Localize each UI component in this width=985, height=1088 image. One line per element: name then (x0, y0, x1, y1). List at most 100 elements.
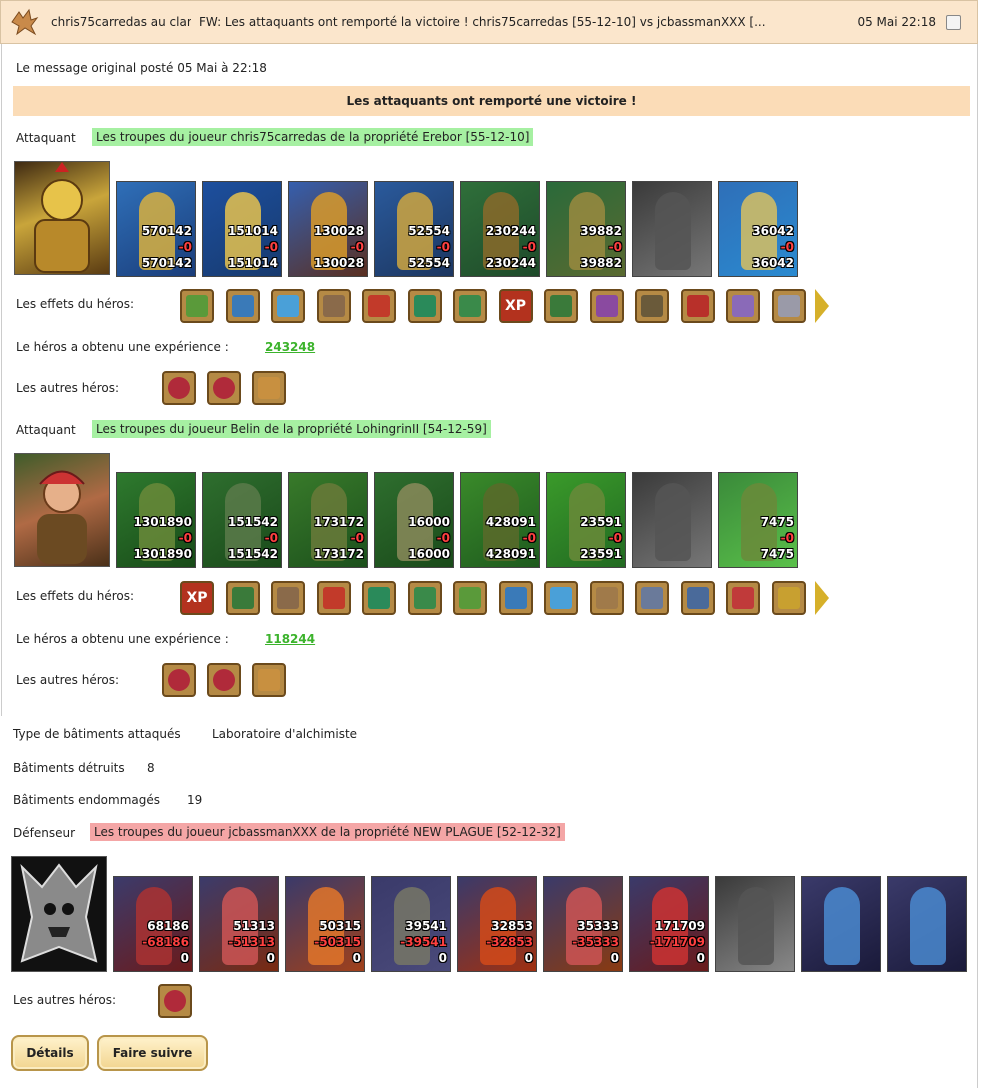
scroll-right-arrow-icon[interactable] (815, 289, 829, 323)
unit-card[interactable]: 151542 -0 151542 (202, 472, 282, 568)
unit-card[interactable]: 68186 -68186 0 (113, 876, 193, 972)
xp-value-link[interactable]: 118244 (265, 632, 315, 646)
unit-card[interactable] (715, 876, 795, 972)
heart-hero-icon[interactable] (162, 371, 196, 405)
heart-hero-icon[interactable] (162, 663, 196, 697)
shield-icon[interactable] (407, 289, 442, 323)
heart-hero-icon[interactable] (158, 984, 192, 1018)
unit-loss: -0 (436, 531, 450, 545)
dagger-icon[interactable] (771, 581, 806, 615)
unit-card[interactable]: 32853 -32853 0 (457, 876, 537, 972)
unit-remaining: 151542 (227, 547, 278, 561)
unit-card[interactable] (632, 472, 712, 568)
buildings-damaged-label: Bâtiments endommagés (13, 793, 161, 807)
castle-glyph (322, 295, 345, 317)
xp-knight-glyph (231, 587, 254, 609)
unit-card[interactable] (801, 876, 881, 972)
castle-icon[interactable] (271, 581, 305, 615)
unit-card[interactable]: 1301890 -0 1301890 (116, 472, 196, 568)
unit-card[interactable]: 7475 -0 7475 (718, 472, 798, 568)
forward-button[interactable]: Faire suivre (97, 1035, 208, 1071)
banner-icon[interactable] (680, 289, 715, 323)
dice-glyph (322, 587, 345, 609)
unit-remaining: 230244 (485, 256, 536, 270)
buildings-type-label: Type de bâtiments attaqués (13, 727, 181, 741)
unit-card[interactable]: 36042 -0 36042 (718, 181, 798, 277)
unit-loss: -0 (522, 531, 536, 545)
unit-count: 171709 (654, 919, 705, 933)
heart-hero-icon[interactable] (207, 663, 241, 697)
scroll-hero-icon[interactable] (252, 663, 286, 697)
unit-count: 36042 (752, 224, 794, 238)
xp-knight-icon[interactable] (225, 581, 260, 615)
xp-value-link[interactable]: 243248 (265, 340, 315, 354)
message-header[interactable]: chris75carredas au clan FW: Les attaquan… (0, 0, 978, 44)
ring-icon[interactable] (726, 289, 760, 323)
barrel-icon[interactable] (680, 581, 715, 615)
xp-icon[interactable]: XP (180, 581, 214, 615)
handshake-icon[interactable] (498, 581, 533, 615)
unit-remaining: 0 (610, 951, 619, 965)
heart-hero-icon[interactable] (207, 371, 241, 405)
select-checkbox[interactable] (946, 14, 961, 30)
unit-loss: -0 (350, 531, 364, 545)
buildings-destroyed-label: Bâtiments détruits (13, 761, 125, 775)
hero-portrait[interactable] (14, 453, 110, 567)
heart-hero-glyph (213, 377, 235, 399)
unit-card[interactable]: 39882 -0 39882 (546, 181, 626, 277)
unit-card[interactable]: 173172 -0 173172 (288, 472, 368, 568)
unit-card[interactable]: 16000 -0 16000 (374, 472, 454, 568)
shield-hand-icon[interactable] (453, 289, 487, 323)
handshake-icon[interactable] (225, 289, 260, 323)
unit-card[interactable]: 570142 -0 570142 (116, 181, 196, 277)
shield-hand-icon[interactable] (407, 581, 442, 615)
unit-card[interactable]: 230244 -0 230244 (460, 181, 540, 277)
scroll-hero-icon[interactable] (252, 371, 286, 405)
hero-portrait[interactable] (14, 161, 110, 275)
unit-loss: -32853 (486, 935, 533, 949)
unit-loss: -50315 (314, 935, 361, 949)
unit-card[interactable]: 50315 -50315 0 (285, 876, 365, 972)
unit-card[interactable]: 23591 -0 23591 (546, 472, 626, 568)
no-sign-icon[interactable] (726, 581, 760, 615)
message-sender: chris75carredas au clan (51, 15, 191, 29)
castle-icon[interactable] (316, 289, 351, 323)
spear-icon[interactable] (635, 289, 669, 323)
unit-card[interactable]: 171709 -171709 0 (629, 876, 709, 972)
xp-icon[interactable]: XP (498, 289, 533, 323)
archer-heroine-icon (37, 470, 87, 564)
knight-icon (34, 162, 90, 273)
helmet-icon[interactable] (589, 581, 624, 615)
unit-card[interactable]: 151014 -0 151014 (202, 181, 282, 277)
scroll-right-arrow-icon[interactable] (815, 581, 829, 615)
shield-hand-glyph (413, 587, 436, 609)
ring-glyph (732, 295, 754, 317)
unit-card[interactable]: 428091 -0 428091 (460, 472, 540, 568)
unit-count: 16000 (408, 515, 450, 529)
unit-card[interactable]: 39541 -39541 0 (371, 876, 451, 972)
unit-card[interactable]: 52554 -0 52554 (374, 181, 454, 277)
xp-knight-icon[interactable] (544, 289, 578, 323)
magic-icon[interactable] (271, 289, 305, 323)
dice-icon[interactable] (316, 581, 351, 615)
sword-icon[interactable] (453, 581, 487, 615)
xp-label: Le héros a obtenu une expérience : (16, 340, 229, 354)
unit-card[interactable]: 35333 -35333 0 (543, 876, 623, 972)
unit-card[interactable] (632, 181, 712, 277)
shield-icon[interactable] (362, 581, 396, 615)
gauntlet-icon[interactable] (771, 289, 806, 323)
sword-icon[interactable] (180, 289, 214, 323)
unit-card[interactable]: 130028 -0 130028 (288, 181, 368, 277)
heart-hero-glyph (164, 990, 186, 1012)
xp-knight-glyph (550, 295, 572, 317)
shield-glyph (413, 295, 436, 317)
unit-card[interactable]: 51313 -51313 0 (199, 876, 279, 972)
unit-card[interactable] (887, 876, 967, 972)
web-icon[interactable] (635, 581, 669, 615)
unit-remaining: 130028 (313, 256, 364, 270)
magic-icon[interactable] (544, 581, 578, 615)
details-button[interactable]: Détails (11, 1035, 89, 1071)
dice-icon[interactable] (362, 289, 396, 323)
hero-portrait[interactable] (11, 856, 107, 972)
armor-icon[interactable] (589, 289, 624, 323)
